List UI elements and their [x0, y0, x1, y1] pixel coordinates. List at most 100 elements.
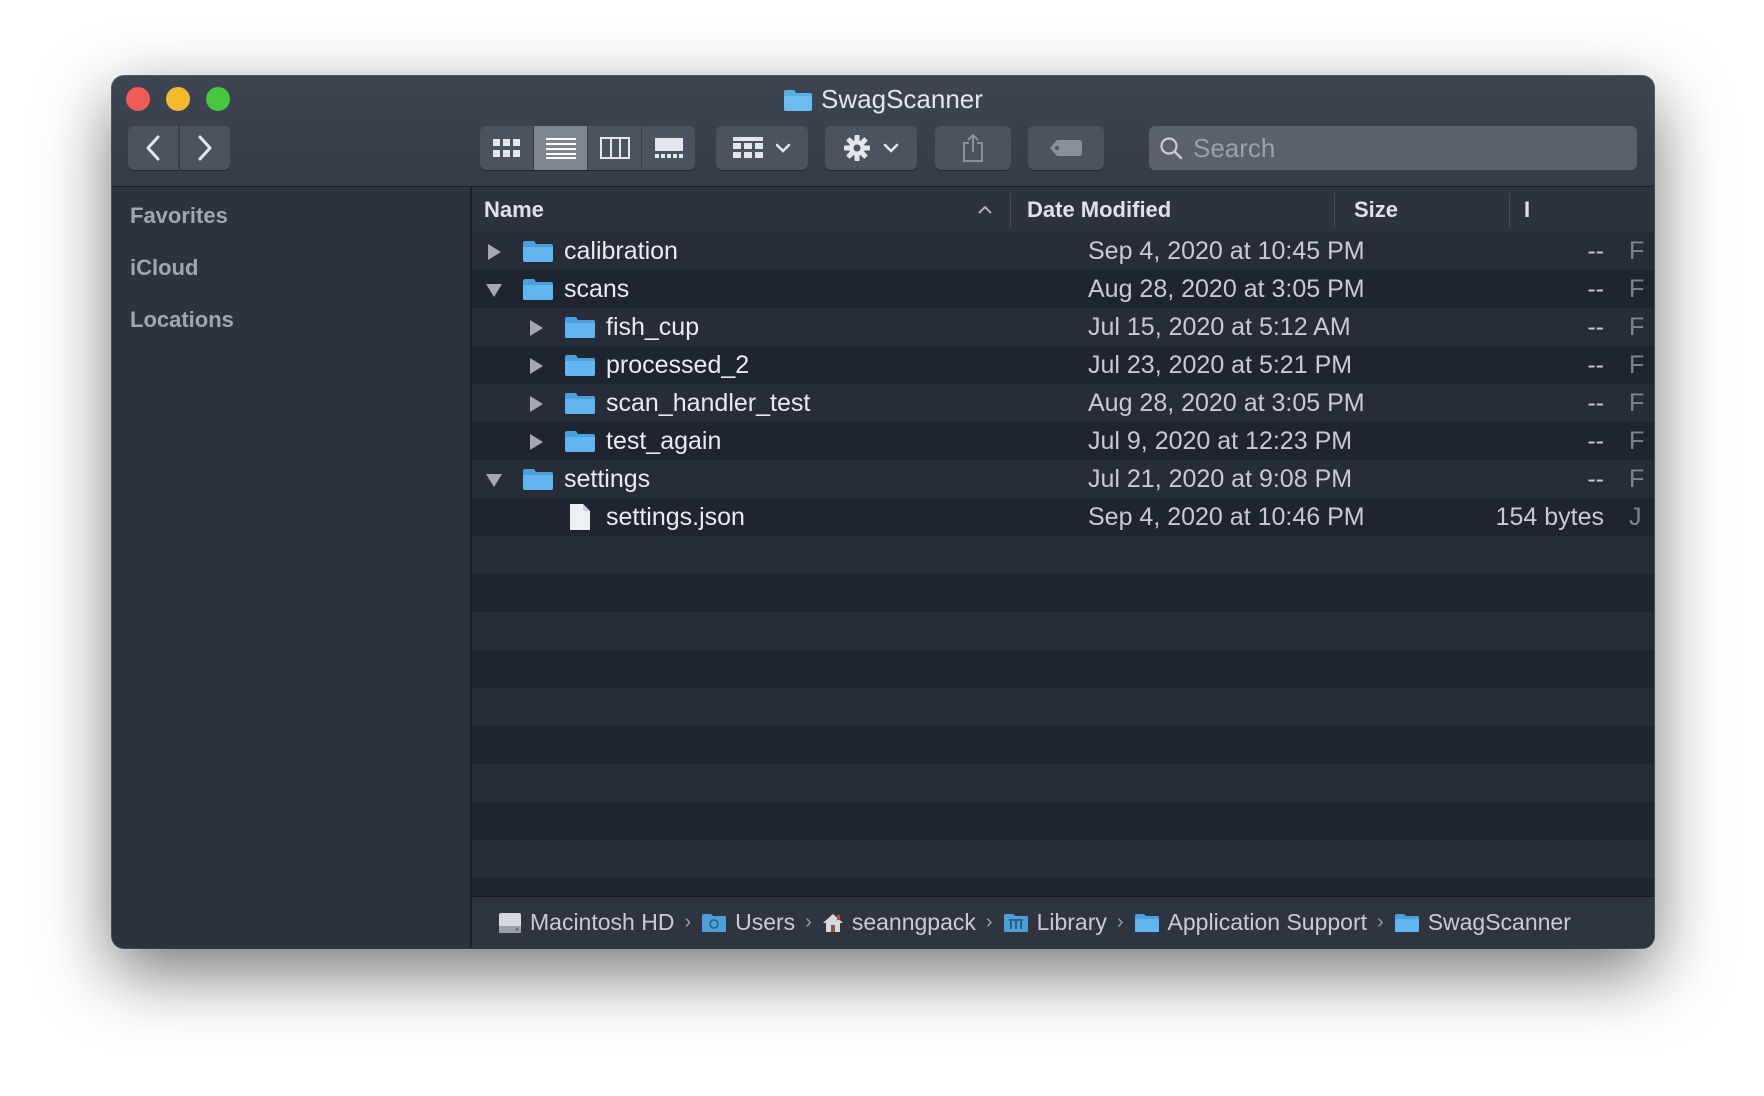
empty-row [472, 536, 1654, 574]
file-name: fish_cup [606, 313, 700, 341]
sidebar-section-icloud[interactable]: iCloud [130, 255, 198, 281]
file-kind: F [1629, 465, 1645, 493]
table-row[interactable]: scan_handler_test Aug 28, 2020 at 3:05 P… [472, 384, 1654, 422]
path-item-users[interactable]: Users [701, 909, 795, 936]
file-rows: calibration Sep 4, 2020 at 10:45 PM -- F… [472, 232, 1654, 916]
column-header-size[interactable]: Size [1354, 187, 1398, 232]
icon-view-button[interactable] [480, 126, 534, 170]
path-bar: Macintosh HD › Users › seanngpack › Libr… [472, 896, 1654, 948]
table-row[interactable]: processed_2 Jul 23, 2020 at 5:21 PM -- F [472, 346, 1654, 384]
empty-row [472, 574, 1654, 612]
column-header-kind[interactable]: I [1524, 187, 1530, 232]
finder-window: SwagScanner Search Favorites iCloud Loca… [112, 76, 1654, 948]
table-row[interactable]: scans Aug 28, 2020 at 3:05 PM -- F [472, 270, 1654, 308]
disclosure-triangle-down-icon[interactable] [485, 472, 503, 488]
folder-icon [565, 393, 595, 414]
table-row[interactable]: calibration Sep 4, 2020 at 10:45 PM -- F [472, 232, 1654, 270]
sort-ascending-chevron-icon [978, 205, 992, 214]
home-icon [822, 913, 843, 932]
path-item-macintosh-hd[interactable]: Macintosh HD [498, 909, 674, 936]
columns-icon [599, 137, 630, 159]
file-date: Sep 4, 2020 at 10:45 PM [1088, 237, 1365, 265]
disclosure-triangle-right-icon[interactable] [528, 357, 544, 375]
group-by-button[interactable] [716, 126, 808, 170]
file-size: -- [1587, 313, 1604, 341]
folder-icon [565, 317, 595, 338]
file-kind: F [1629, 389, 1645, 417]
file-kind: F [1629, 275, 1645, 303]
action-menu-button[interactable] [825, 126, 917, 170]
column-divider[interactable] [1509, 193, 1510, 227]
table-row[interactable]: fish_cup Jul 15, 2020 at 5:12 AM -- F [472, 308, 1654, 346]
table-row[interactable]: settings.json Sep 4, 2020 at 10:46 PM 15… [472, 498, 1654, 536]
empty-row [472, 688, 1654, 726]
path-item-library[interactable]: Library [1003, 909, 1107, 936]
file-kind: J [1629, 503, 1642, 531]
chevron-right-icon [198, 135, 212, 161]
window-title: SwagScanner [112, 84, 1654, 118]
file-name: settings.json [606, 503, 745, 531]
search-field[interactable] [1149, 126, 1637, 170]
column-divider[interactable] [1334, 193, 1335, 227]
column-header-date-modified[interactable]: Date Modified [1027, 187, 1171, 232]
tag-button[interactable] [1028, 126, 1104, 170]
file-kind: F [1629, 237, 1645, 265]
table-row[interactable]: test_again Jul 9, 2020 at 12:23 PM -- F [472, 422, 1654, 460]
disclosure-triangle-right-icon[interactable] [486, 243, 502, 261]
disclosure-triangle-right-icon[interactable] [528, 319, 544, 337]
gallery-view-button[interactable] [642, 126, 695, 170]
empty-row [472, 650, 1654, 688]
sidebar: Favorites iCloud Locations [112, 187, 472, 948]
disclosure-triangle-down-icon[interactable] [485, 282, 503, 298]
sidebar-section-locations[interactable]: Locations [130, 307, 234, 333]
file-name: scan_handler_test [606, 389, 811, 417]
file-size: -- [1587, 351, 1604, 379]
file-name: processed_2 [606, 351, 750, 379]
list-view-button[interactable] [534, 126, 588, 170]
library-folder-icon [1003, 913, 1028, 932]
path-item-label: seanngpack [851, 909, 976, 935]
view-mode-segmented-control [480, 126, 695, 170]
column-header-name[interactable]: Name [484, 187, 544, 232]
folder-icon [783, 88, 813, 118]
file-size: 154 bytes [1495, 503, 1604, 531]
path-item-swagscanner[interactable]: SwagScanner [1394, 909, 1571, 936]
share-button[interactable] [935, 126, 1011, 170]
disclosure-triangle-right-icon[interactable] [528, 433, 544, 451]
file-size: -- [1587, 389, 1604, 417]
empty-row [472, 726, 1654, 764]
file-list: Name Date Modified Size I calibration Se… [472, 187, 1654, 948]
path-item-label: SwagScanner [1427, 909, 1571, 935]
forward-button[interactable] [180, 126, 230, 170]
path-item-application-support[interactable]: Application Support [1134, 909, 1367, 936]
disclosure-triangle-right-icon[interactable] [528, 395, 544, 413]
chevron-left-icon [146, 135, 160, 161]
file-name: scans [564, 275, 630, 303]
gear-icon [844, 135, 870, 161]
users-folder-icon [702, 913, 727, 932]
table-row[interactable]: settings Jul 21, 2020 at 9:08 PM -- F [472, 460, 1654, 498]
file-date: Aug 28, 2020 at 3:05 PM [1088, 389, 1365, 417]
folder-icon [523, 469, 553, 490]
path-item-seanngpack[interactable]: seanngpack [822, 909, 976, 936]
column-view-button[interactable] [588, 126, 642, 170]
file-kind: F [1629, 313, 1645, 341]
path-separator-chevron-icon: › [684, 911, 692, 933]
path-separator-chevron-icon: › [1377, 911, 1384, 933]
sidebar-section-favorites[interactable]: Favorites [130, 203, 228, 229]
document-icon [570, 504, 590, 530]
folder-icon [1394, 913, 1419, 932]
back-button[interactable] [128, 126, 178, 170]
list-icon [545, 138, 576, 159]
column-divider[interactable] [1010, 193, 1011, 227]
file-date: Jul 23, 2020 at 5:21 PM [1088, 351, 1353, 379]
group-grid-icon [733, 137, 763, 158]
chevron-down-icon [883, 143, 899, 153]
folder-icon [1134, 913, 1159, 932]
folder-icon [523, 279, 553, 300]
search-input[interactable] [1191, 131, 1637, 165]
file-kind: F [1629, 427, 1645, 455]
empty-row [472, 802, 1654, 840]
file-name: settings [564, 465, 651, 493]
path-separator-chevron-icon: › [1116, 911, 1124, 933]
